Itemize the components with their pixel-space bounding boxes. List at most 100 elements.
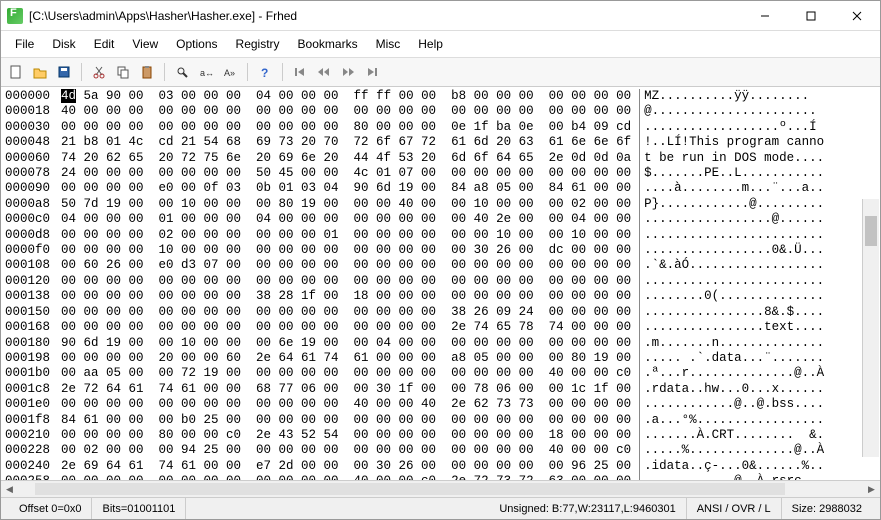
ascii-cell[interactable]: .rdata..hw...0...x...... — [639, 382, 824, 397]
close-button[interactable] — [834, 1, 880, 31]
ascii-cell[interactable]: ................8&.$.... — [639, 305, 824, 320]
menu-misc[interactable]: Misc — [368, 35, 409, 53]
hex-bytes[interactable]: 40 00 00 00 00 00 00 00 00 00 00 00 00 0… — [61, 104, 631, 119]
menu-edit[interactable]: Edit — [86, 35, 123, 53]
menu-registry[interactable]: Registry — [228, 35, 288, 53]
scroll-right-icon[interactable]: ▶ — [863, 481, 880, 497]
copy-icon[interactable] — [112, 61, 134, 83]
save-icon[interactable] — [53, 61, 75, 83]
hex-row[interactable]: 00007824 00 00 00 00 00 00 00 50 45 00 0… — [5, 166, 876, 181]
hex-row[interactable]: 00019800 00 00 00 20 00 00 60 2e 64 61 7… — [5, 351, 876, 366]
findnext-icon[interactable]: A» — [219, 61, 241, 83]
hex-row[interactable]: 00021000 00 00 00 80 00 00 c0 2e 43 52 5… — [5, 428, 876, 443]
maximize-button[interactable] — [788, 1, 834, 31]
hex-bytes[interactable]: 00 00 00 00 20 00 00 60 2e 64 61 74 61 0… — [61, 351, 631, 366]
menu-disk[interactable]: Disk — [44, 35, 83, 53]
hex-row[interactable]: 00009000 00 00 00 e0 00 0f 03 0b 01 03 0… — [5, 181, 876, 196]
hex-bytes[interactable]: 00 00 00 00 00 00 00 00 00 00 00 00 00 0… — [61, 274, 631, 289]
ascii-cell[interactable]: .ª...r..............@..À — [639, 366, 824, 381]
hex-bytes[interactable]: 90 6d 19 00 00 10 00 00 00 6e 19 00 00 0… — [61, 336, 631, 351]
hex-bytes[interactable]: 00 00 00 00 00 00 00 00 00 00 00 00 00 0… — [61, 305, 631, 320]
hex-row[interactable]: 00010800 60 26 00 e0 d3 07 00 00 00 00 0… — [5, 258, 876, 273]
hex-row[interactable]: 0000c004 00 00 00 01 00 00 00 04 00 00 0… — [5, 212, 876, 227]
menu-view[interactable]: View — [124, 35, 166, 53]
hex-bytes[interactable]: 00 00 00 00 00 00 00 00 38 28 1f 00 18 0… — [61, 289, 631, 304]
hex-row[interactable]: 0000004d 5a 90 00 03 00 00 00 04 00 00 0… — [5, 89, 876, 104]
replace-icon[interactable]: a↔ — [195, 61, 217, 83]
hex-bytes[interactable]: 00 aa 05 00 00 72 19 00 00 00 00 00 00 0… — [61, 366, 631, 381]
hex-bytes[interactable]: 00 00 00 00 02 00 00 00 00 00 00 01 00 0… — [61, 228, 631, 243]
hex-bytes[interactable]: 2e 69 64 61 74 61 00 00 e7 2d 00 00 00 3… — [61, 459, 631, 474]
scrollbar-thumb[interactable] — [35, 483, 785, 495]
hex-bytes[interactable]: 00 00 00 00 00 00 00 00 00 00 00 00 40 0… — [61, 397, 631, 412]
ascii-cell[interactable]: t be run in DOS mode.... — [639, 151, 824, 166]
paste-icon[interactable] — [136, 61, 158, 83]
hex-row[interactable]: 00003000 00 00 00 00 00 00 00 00 00 00 0… — [5, 120, 876, 135]
scrollbar-thumb[interactable] — [865, 216, 877, 246]
help-icon[interactable]: ? — [254, 61, 276, 83]
vertical-scrollbar[interactable] — [862, 199, 879, 457]
hex-bytes[interactable]: 00 00 00 00 10 00 00 00 00 00 00 00 00 0… — [61, 243, 631, 258]
ascii-cell[interactable]: .......À.CRT........ &. — [639, 428, 824, 443]
nav-next-icon[interactable] — [337, 61, 359, 83]
hex-row[interactable]: 0001e000 00 00 00 00 00 00 00 00 00 00 0… — [5, 397, 876, 412]
hex-bytes[interactable]: 04 00 00 00 01 00 00 00 04 00 00 00 00 0… — [61, 212, 631, 227]
nav-prev-icon[interactable] — [313, 61, 335, 83]
menu-bookmarks[interactable]: Bookmarks — [290, 35, 366, 53]
menu-options[interactable]: Options — [168, 35, 225, 53]
hex-row[interactable]: 0000d800 00 00 00 02 00 00 00 00 00 00 0… — [5, 228, 876, 243]
ascii-cell[interactable]: .................@...... — [639, 212, 824, 227]
scroll-left-icon[interactable]: ◀ — [1, 481, 18, 497]
open-icon[interactable] — [29, 61, 51, 83]
ascii-cell[interactable]: !..LÍ!This program canno — [639, 135, 824, 150]
menu-help[interactable]: Help — [410, 35, 451, 53]
hex-row[interactable]: 00022800 02 00 00 00 94 25 00 00 00 00 0… — [5, 443, 876, 458]
ascii-cell[interactable]: ........................ — [639, 228, 824, 243]
ascii-cell[interactable]: .idata..ç-...0&......%.. — [639, 459, 824, 474]
hex-row[interactable]: 00012000 00 00 00 00 00 00 00 00 00 00 0… — [5, 274, 876, 289]
hex-row[interactable]: 00006074 20 62 65 20 72 75 6e 20 69 6e 2… — [5, 151, 876, 166]
find-icon[interactable] — [171, 61, 193, 83]
ascii-cell[interactable]: ........0(.............. — [639, 289, 824, 304]
hex-bytes[interactable]: 00 00 00 00 80 00 00 c0 2e 43 52 54 00 0… — [61, 428, 631, 443]
hex-row[interactable]: 0002402e 69 64 61 74 61 00 00 e7 2d 00 0… — [5, 459, 876, 474]
hex-bytes[interactable]: 74 20 62 65 20 72 75 6e 20 69 6e 20 44 4… — [61, 151, 631, 166]
ascii-cell[interactable]: ................text.... — [639, 320, 824, 335]
hex-bytes[interactable]: 4d 5a 90 00 03 00 00 00 04 00 00 00 ff f… — [61, 89, 631, 104]
hex-row[interactable]: 0000f000 00 00 00 10 00 00 00 00 00 00 0… — [5, 243, 876, 258]
menu-file[interactable]: File — [7, 35, 42, 53]
ascii-cell[interactable]: .a...°%................. — [639, 413, 824, 428]
hex-row[interactable]: 0000a850 7d 19 00 00 10 00 00 00 80 19 0… — [5, 197, 876, 212]
hex-bytes[interactable]: 00 00 00 00 e0 00 0f 03 0b 01 03 04 90 6… — [61, 181, 631, 196]
hex-bytes[interactable]: 50 7d 19 00 00 10 00 00 00 80 19 00 00 0… — [61, 197, 631, 212]
hex-row[interactable]: 00016800 00 00 00 00 00 00 00 00 00 00 0… — [5, 320, 876, 335]
hex-bytes[interactable]: 21 b8 01 4c cd 21 54 68 69 73 20 70 72 6… — [61, 135, 631, 150]
hex-row[interactable]: 00018090 6d 19 00 00 10 00 00 00 6e 19 0… — [5, 336, 876, 351]
nav-first-icon[interactable] — [289, 61, 311, 83]
ascii-cell[interactable]: .....%..............@..À — [639, 443, 824, 458]
minimize-button[interactable] — [742, 1, 788, 31]
hex-row[interactable]: 00015000 00 00 00 00 00 00 00 00 00 00 0… — [5, 305, 876, 320]
ascii-cell[interactable]: ............@..@.bss.... — [639, 397, 824, 412]
ascii-cell[interactable]: ..... .`.data...¨....... — [639, 351, 824, 366]
hex-bytes[interactable]: 00 60 26 00 e0 d3 07 00 00 00 00 00 00 0… — [61, 258, 631, 273]
ascii-cell[interactable]: ....à........m...¨...a.. — [639, 181, 824, 196]
ascii-cell[interactable]: P}............@......... — [639, 197, 824, 212]
hex-bytes[interactable]: 00 00 00 00 00 00 00 00 00 00 00 00 00 0… — [61, 320, 631, 335]
hex-bytes[interactable]: 00 02 00 00 00 94 25 00 00 00 00 00 00 0… — [61, 443, 631, 458]
hex-row[interactable]: 0001c82e 72 64 61 74 61 00 00 68 77 06 0… — [5, 382, 876, 397]
ascii-cell[interactable]: .`&.àÓ.................. — [639, 258, 824, 273]
cut-icon[interactable] — [88, 61, 110, 83]
hex-bytes[interactable]: 84 61 00 00 00 b0 25 00 00 00 00 00 00 0… — [61, 413, 631, 428]
hex-row[interactable]: 00013800 00 00 00 00 00 00 00 38 28 1f 0… — [5, 289, 876, 304]
ascii-cell[interactable]: ..................º...Í — [639, 120, 817, 135]
ascii-cell[interactable]: .................0&.Ü... — [639, 243, 824, 258]
hex-row[interactable]: 0001b000 aa 05 00 00 72 19 00 00 00 00 0… — [5, 366, 876, 381]
hex-row[interactable]: 00004821 b8 01 4c cd 21 54 68 69 73 20 7… — [5, 135, 876, 150]
hex-row[interactable]: 0001f884 61 00 00 00 b0 25 00 00 00 00 0… — [5, 413, 876, 428]
ascii-cell[interactable]: $.......PE..L........... — [639, 166, 824, 181]
horizontal-scrollbar[interactable]: ◀ ▶ — [1, 480, 880, 497]
new-icon[interactable] — [5, 61, 27, 83]
nav-last-icon[interactable] — [361, 61, 383, 83]
hex-bytes[interactable]: 2e 72 64 61 74 61 00 00 68 77 06 00 00 3… — [61, 382, 631, 397]
